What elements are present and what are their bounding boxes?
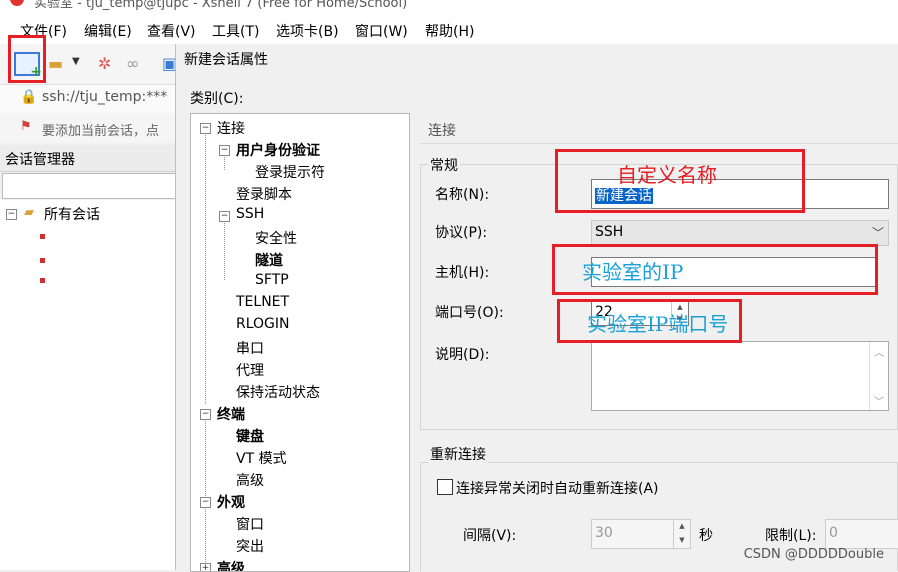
interval-spinner[interactable]: ▲ ▼ bbox=[673, 520, 690, 548]
category-tree: − 连接 − 用户身份验证 登录提示符 登录脚本 − SSH 安全性 隧道 SF… bbox=[190, 113, 410, 572]
tree-node-terminal-advanced[interactable]: 高级 bbox=[236, 470, 264, 490]
session-item-icon[interactable] bbox=[40, 258, 45, 263]
reconnect-checkbox[interactable] bbox=[437, 479, 453, 495]
tree-node-sftp[interactable]: SFTP bbox=[255, 272, 289, 288]
limit-label: 限制(L): bbox=[765, 528, 817, 544]
protocol-label: 协议(P): bbox=[435, 225, 488, 241]
tree-node-proxy[interactable]: 代理 bbox=[236, 360, 264, 380]
host-label: 主机(H): bbox=[435, 265, 490, 281]
tree-node-serial[interactable]: 串口 bbox=[236, 338, 264, 358]
collapse-icon[interactable]: − bbox=[219, 211, 230, 222]
spin-up-icon[interactable]: ▲ bbox=[674, 520, 690, 534]
watermark: CSDN @DDDDDouble bbox=[743, 547, 884, 562]
name-label: 名称(N): bbox=[435, 187, 490, 203]
tree-node-appearance[interactable]: 外观 bbox=[217, 492, 245, 512]
interval-value: 30 bbox=[595, 525, 613, 541]
annotation-name: 自定义名称 bbox=[617, 163, 717, 187]
tree-node-window[interactable]: 窗口 bbox=[236, 514, 264, 534]
app-logo-icon bbox=[10, 0, 24, 6]
protocol-select[interactable]: SSH ﹀ bbox=[591, 220, 889, 246]
tree-node-login-prompt[interactable]: 登录提示符 bbox=[255, 162, 325, 182]
tree-node-security[interactable]: 安全性 bbox=[255, 228, 297, 248]
panel-heading: 连接 bbox=[428, 123, 456, 139]
menu-edit[interactable]: 编辑(E) bbox=[84, 21, 132, 41]
window-title: 实验室 - tju_temp@tjupc - Xshell 7 (Free fo… bbox=[34, 0, 408, 11]
collapse-icon[interactable]: − bbox=[6, 209, 17, 220]
expand-icon[interactable]: + bbox=[200, 563, 211, 571]
address-bar[interactable]: 🔒 ssh://tju_temp:*** bbox=[0, 84, 180, 114]
session-manager-header: 会话管理器 bbox=[0, 145, 180, 172]
tree-node-connection[interactable]: 连接 bbox=[217, 118, 245, 138]
folder-icon: ▰ bbox=[24, 205, 34, 220]
interval-label: 间隔(V): bbox=[463, 528, 517, 544]
annotation-port: 实验室IP端口号 bbox=[587, 312, 729, 336]
tree-node-telnet[interactable]: TELNET bbox=[236, 294, 289, 310]
scrollbar[interactable]: ︿ ﹀ bbox=[869, 342, 888, 410]
tree-node-keepalive[interactable]: 保持活动状态 bbox=[236, 382, 320, 402]
reconnect-group-label: 重新连接 bbox=[428, 444, 488, 464]
bookmark-icon: ⚑ bbox=[20, 119, 32, 134]
tree-node-ssh[interactable]: SSH bbox=[236, 206, 264, 222]
hint-text: 要添加当前会话，点 bbox=[42, 124, 160, 139]
session-item-icon[interactable] bbox=[40, 278, 45, 283]
open-folder-icon[interactable]: ▬ bbox=[48, 54, 63, 73]
interval-unit: 秒 bbox=[699, 528, 713, 544]
collapse-icon[interactable]: − bbox=[200, 123, 211, 134]
panel-header: 连接 bbox=[420, 113, 898, 144]
collapse-icon[interactable]: − bbox=[200, 497, 211, 508]
hint-bar: ⚑ 要添加当前会话，点 bbox=[0, 113, 180, 143]
annotation-host: 实验室的IP bbox=[582, 260, 684, 284]
session-tree: − ▰ 所有会话 bbox=[0, 200, 180, 570]
menu-tools[interactable]: 工具(T) bbox=[212, 21, 259, 41]
disconnect-icon[interactable]: ∞ bbox=[126, 54, 139, 73]
chevron-down-icon[interactable]: ▼ bbox=[72, 56, 80, 67]
collapse-icon[interactable]: − bbox=[200, 409, 211, 420]
category-label: 类别(C): bbox=[190, 91, 244, 107]
address-text: ssh://tju_temp:*** bbox=[42, 89, 168, 105]
menu-tabs[interactable]: 选项卡(B) bbox=[276, 21, 339, 41]
highlight-new-session bbox=[8, 35, 46, 83]
tree-node-highlight[interactable]: 突出 bbox=[236, 536, 264, 556]
session-manager-title: 会话管理器 bbox=[5, 152, 75, 168]
menu-view[interactable]: 查看(V) bbox=[147, 21, 196, 41]
tree-node-vt-mode[interactable]: VT 模式 bbox=[236, 448, 287, 468]
tree-node-login-script[interactable]: 登录脚本 bbox=[236, 184, 292, 204]
tree-node-keyboard[interactable]: 键盘 bbox=[236, 426, 264, 446]
menu-help[interactable]: 帮助(H) bbox=[425, 21, 474, 41]
chevron-down-icon: ﹀ bbox=[871, 226, 884, 240]
collapse-icon[interactable]: − bbox=[219, 145, 230, 156]
scroll-up-icon[interactable]: ︿ bbox=[874, 344, 884, 359]
lock-icon: 🔒 bbox=[20, 89, 38, 105]
menu-window[interactable]: 窗口(W) bbox=[355, 21, 408, 41]
port-label: 端口号(O): bbox=[435, 305, 504, 321]
limit-input[interactable]: 0 bbox=[825, 519, 898, 549]
tree-node-terminal[interactable]: 终端 bbox=[217, 404, 245, 424]
description-label: 说明(D): bbox=[435, 347, 490, 363]
tree-node-rlogin[interactable]: RLOGIN bbox=[236, 316, 290, 332]
spin-down-icon[interactable]: ▼ bbox=[674, 534, 690, 548]
session-item-icon[interactable] bbox=[40, 234, 45, 239]
tree-node-auth[interactable]: 用户身份验证 bbox=[236, 140, 320, 160]
title-bar: 实验室 - tju_temp@tjupc - Xshell 7 (Free fo… bbox=[0, 0, 898, 14]
session-filter-input[interactable] bbox=[2, 173, 176, 199]
general-group-label: 常规 bbox=[428, 155, 460, 175]
connect-icon[interactable]: ✲ bbox=[98, 54, 111, 73]
dialog-title: 新建会话属性 bbox=[184, 52, 268, 68]
menu-bar: 文件(F) 编辑(E) 查看(V) 工具(T) 选项卡(B) 窗口(W) 帮助(… bbox=[0, 14, 898, 44]
scroll-down-icon[interactable]: ﹀ bbox=[874, 393, 884, 408]
protocol-value: SSH bbox=[595, 224, 624, 240]
description-textarea[interactable]: ︿ ﹀ bbox=[591, 341, 889, 411]
interval-input[interactable]: 30 ▲ ▼ bbox=[591, 519, 691, 549]
limit-value: 0 bbox=[829, 525, 838, 541]
session-root[interactable]: 所有会话 bbox=[44, 204, 100, 224]
reconnect-checkbox-label[interactable]: 连接异常关闭时自动重新连接(A) bbox=[456, 478, 659, 498]
tree-node-tunnel[interactable]: 隧道 bbox=[255, 250, 283, 270]
